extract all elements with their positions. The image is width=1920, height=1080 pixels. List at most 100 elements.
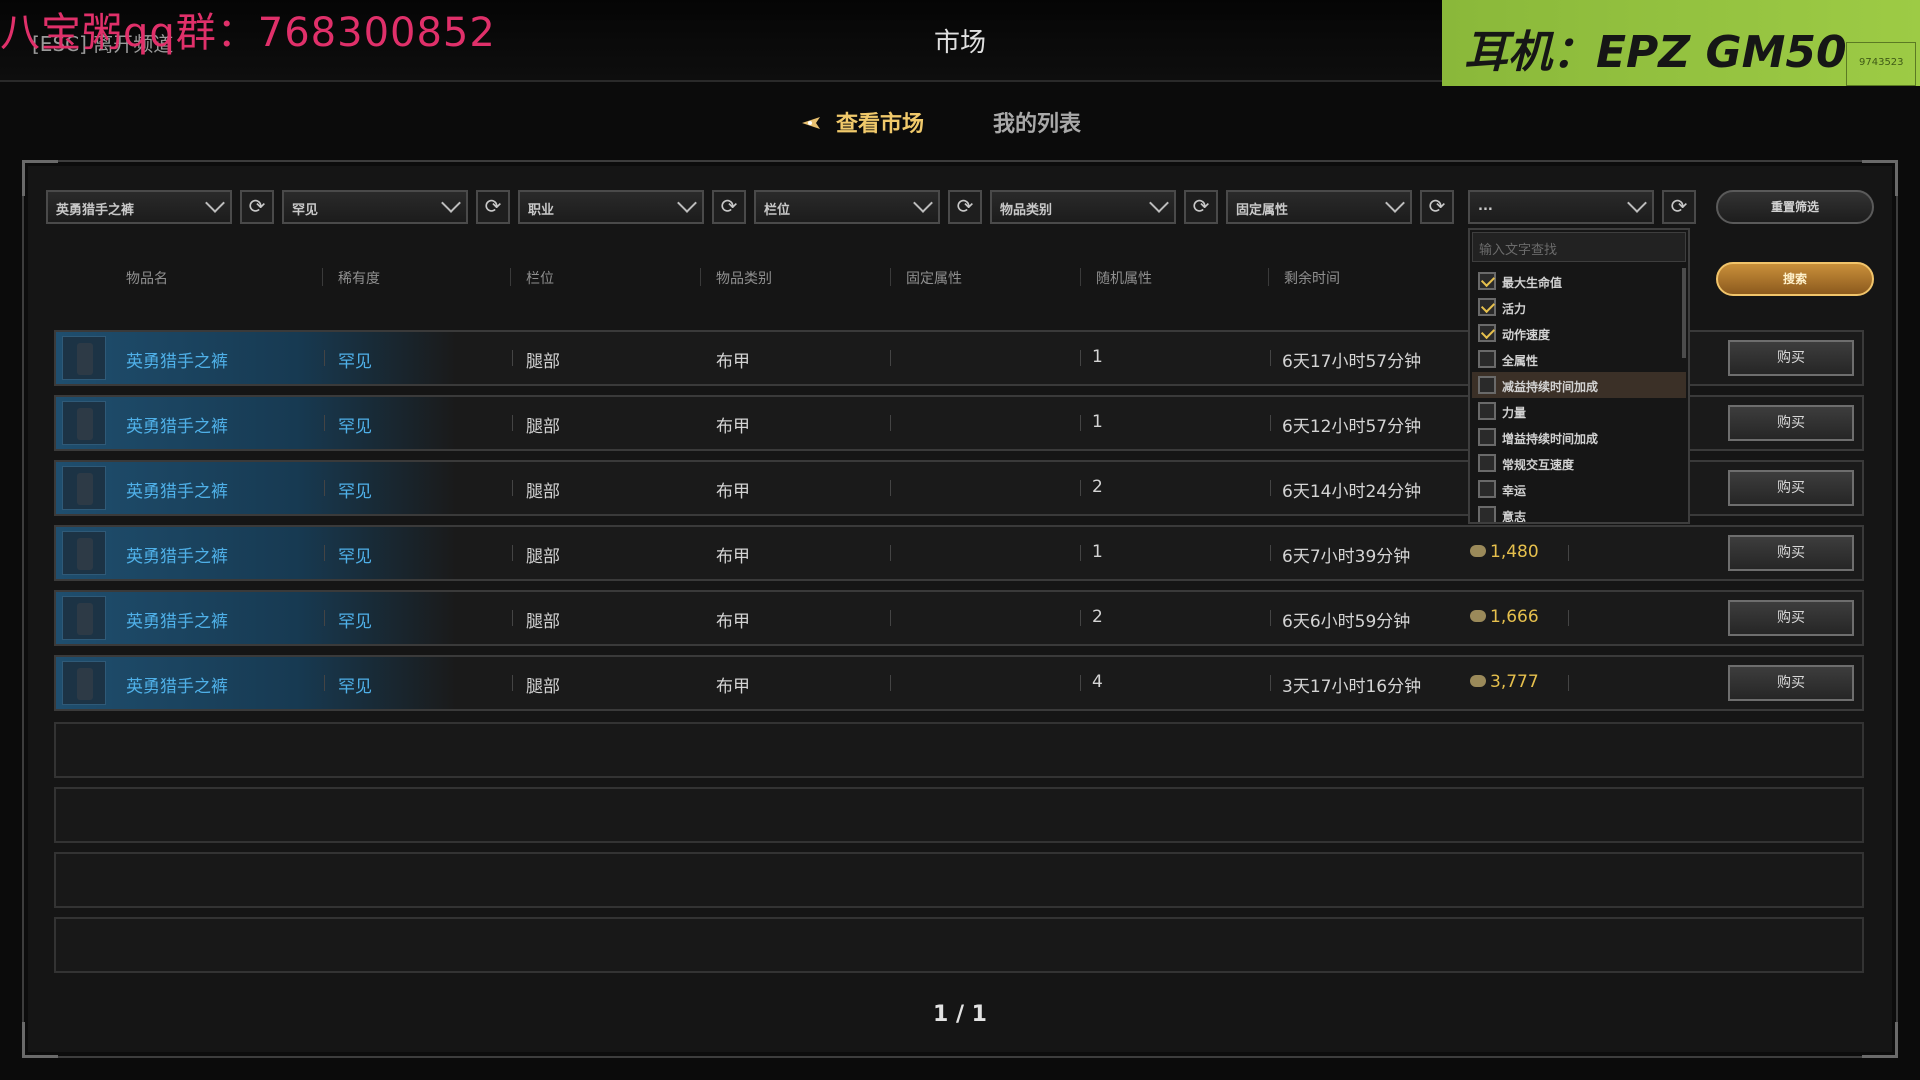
column-header[interactable]: 栏位 [526, 268, 554, 288]
option-label: 全属性 [1502, 354, 1539, 368]
chevron-down-icon [677, 193, 697, 213]
item-slot: 腿部 [526, 677, 560, 697]
filter-class-select[interactable]: 职业 [518, 190, 704, 224]
pants-icon [77, 603, 93, 635]
item-type: 布甲 [716, 417, 750, 437]
filter-label: 罕见 [292, 203, 319, 218]
checkbox[interactable] [1478, 480, 1496, 498]
tab-view-market-label: 查看市场 [836, 112, 925, 137]
item-random-attr: 1 [1092, 542, 1103, 562]
column-header[interactable]: 剩余时间 [1284, 268, 1340, 288]
cell-divider [890, 415, 891, 431]
filter-label: 物品类别 [1000, 203, 1053, 218]
buy-button[interactable]: 购买 [1728, 405, 1854, 441]
buy-button[interactable]: 购买 [1728, 600, 1854, 636]
filter-fixed-attr-select[interactable]: 固定属性 [1226, 190, 1412, 224]
checkbox-checked[interactable] [1478, 272, 1496, 290]
checkbox[interactable] [1478, 376, 1496, 394]
checkbox-checked[interactable] [1478, 324, 1496, 342]
item-price: 1,666 [1470, 607, 1539, 627]
dropdown-option[interactable]: 幸运 [1472, 476, 1686, 502]
reset-filter-fixed-attr-button[interactable]: ⟳ [1420, 190, 1454, 224]
refresh-icon: ⟳ [1192, 194, 1210, 218]
frame-corner [22, 1022, 58, 1058]
headphone-ad-banner: 耳机：EPZ GM50 9743523 [1442, 0, 1920, 86]
item-name: 英勇猎手之裤 [126, 352, 228, 372]
checkbox[interactable] [1478, 402, 1496, 420]
column-header[interactable]: 物品类别 [716, 268, 772, 288]
item-thumbnail [62, 531, 106, 575]
random-attr-dropdown: 输入文字查找 最大生命值 活力 动作速度 全属性 减益持续时间加成 力量 增益持… [1468, 228, 1690, 524]
item-thumbnail [62, 661, 106, 705]
dropdown-option[interactable]: 动作速度 [1472, 320, 1686, 346]
column-header[interactable]: 物品名 [126, 268, 168, 288]
dropdown-option[interactable]: 全属性 [1472, 346, 1686, 372]
dropdown-option[interactable]: 常规交互速度 [1472, 450, 1686, 476]
buy-button[interactable]: 购买 [1728, 470, 1854, 506]
table-row[interactable]: 英勇猎手之裤 罕见 腿部 布甲 4 3天17小时16分钟 3,777 购买 [54, 655, 1864, 711]
tab-my-listings[interactable]: 我的列表 [993, 106, 1081, 138]
item-rarity: 罕见 [338, 677, 372, 697]
checkbox[interactable] [1478, 506, 1496, 522]
item-time-left: 6天17小时57分钟 [1282, 352, 1422, 372]
filter-item-type-select[interactable]: 物品类别 [990, 190, 1176, 224]
table-row[interactable]: 英勇猎手之裤 罕见 腿部 布甲 2 6天6小时59分钟 1,666 购买 [54, 590, 1864, 646]
gold-coin-icon [1470, 610, 1486, 622]
reset-filter-item-type-button[interactable]: ⟳ [1184, 190, 1218, 224]
column-header[interactable]: 随机属性 [1096, 268, 1152, 288]
tab-view-market[interactable]: 查看市场 [800, 106, 924, 138]
dropdown-search-input[interactable]: 输入文字查找 [1472, 232, 1686, 262]
filter-item-name-select[interactable]: 英勇猎手之裤 [46, 190, 232, 224]
refresh-icon: ⟳ [248, 194, 266, 218]
reset-filter-class-button[interactable]: ⟳ [712, 190, 746, 224]
checkbox[interactable] [1478, 350, 1496, 368]
dropdown-option[interactable]: 意志 [1472, 502, 1686, 522]
buy-button[interactable]: 购买 [1728, 340, 1854, 376]
dropdown-scrollbar[interactable] [1682, 268, 1686, 358]
dropdown-option[interactable]: 增益持续时间加成 [1472, 424, 1686, 450]
reset-filter-random-attr-button[interactable]: ⟳ [1662, 190, 1696, 224]
cell-divider [1080, 415, 1081, 431]
column-divider [510, 268, 511, 286]
reset-filter-name-button[interactable]: ⟳ [240, 190, 274, 224]
checkbox[interactable] [1478, 428, 1496, 446]
dropdown-option[interactable]: 力量 [1472, 398, 1686, 424]
item-type: 布甲 [716, 352, 750, 372]
reset-filter-slot-button[interactable]: ⟳ [948, 190, 982, 224]
column-header[interactable]: 固定属性 [906, 268, 962, 288]
cell-divider [1568, 545, 1569, 561]
dropdown-option[interactable]: 活力 [1472, 294, 1686, 320]
search-button[interactable]: 搜索 [1716, 262, 1874, 296]
item-name: 英勇猎手之裤 [126, 612, 228, 632]
item-random-attr: 1 [1092, 347, 1103, 367]
empty-row [54, 852, 1864, 908]
gold-coin-icon [1470, 675, 1486, 687]
pants-icon [77, 408, 93, 440]
dropdown-option-hovered[interactable]: 减益持续时间加成 [1472, 372, 1686, 398]
buy-button[interactable]: 购买 [1728, 535, 1854, 571]
table-row[interactable]: 英勇猎手之裤 罕见 腿部 布甲 1 6天7小时39分钟 1,480 购买 [54, 525, 1864, 581]
reset-filter-rarity-button[interactable]: ⟳ [476, 190, 510, 224]
cell-divider [512, 610, 513, 626]
dropdown-option[interactable]: 最大生命值 [1472, 268, 1686, 294]
column-header[interactable]: 稀有度 [338, 268, 380, 288]
item-rarity: 罕见 [338, 417, 372, 437]
item-slot: 腿部 [526, 417, 560, 437]
checkbox-checked[interactable] [1478, 298, 1496, 316]
refresh-icon: ⟳ [720, 194, 738, 218]
option-label: 力量 [1502, 406, 1527, 420]
filter-slot-select[interactable]: 栏位 [754, 190, 940, 224]
empty-row [54, 787, 1864, 843]
filter-random-attr-select[interactable]: ... [1468, 190, 1654, 224]
ad-logo: 9743523 [1846, 42, 1916, 86]
pants-icon [77, 668, 93, 700]
frame-corner [1862, 160, 1898, 196]
cell-divider [890, 480, 891, 496]
filter-rarity-select[interactable]: 罕见 [282, 190, 468, 224]
item-time-left: 6天6小时59分钟 [1282, 612, 1411, 632]
chevron-down-icon [1149, 193, 1169, 213]
market-tabs: 查看市场 我的列表 [0, 100, 1920, 140]
buy-button[interactable]: 购买 [1728, 665, 1854, 701]
checkbox[interactable] [1478, 454, 1496, 472]
reset-filters-button[interactable]: 重置筛选 [1716, 190, 1874, 224]
